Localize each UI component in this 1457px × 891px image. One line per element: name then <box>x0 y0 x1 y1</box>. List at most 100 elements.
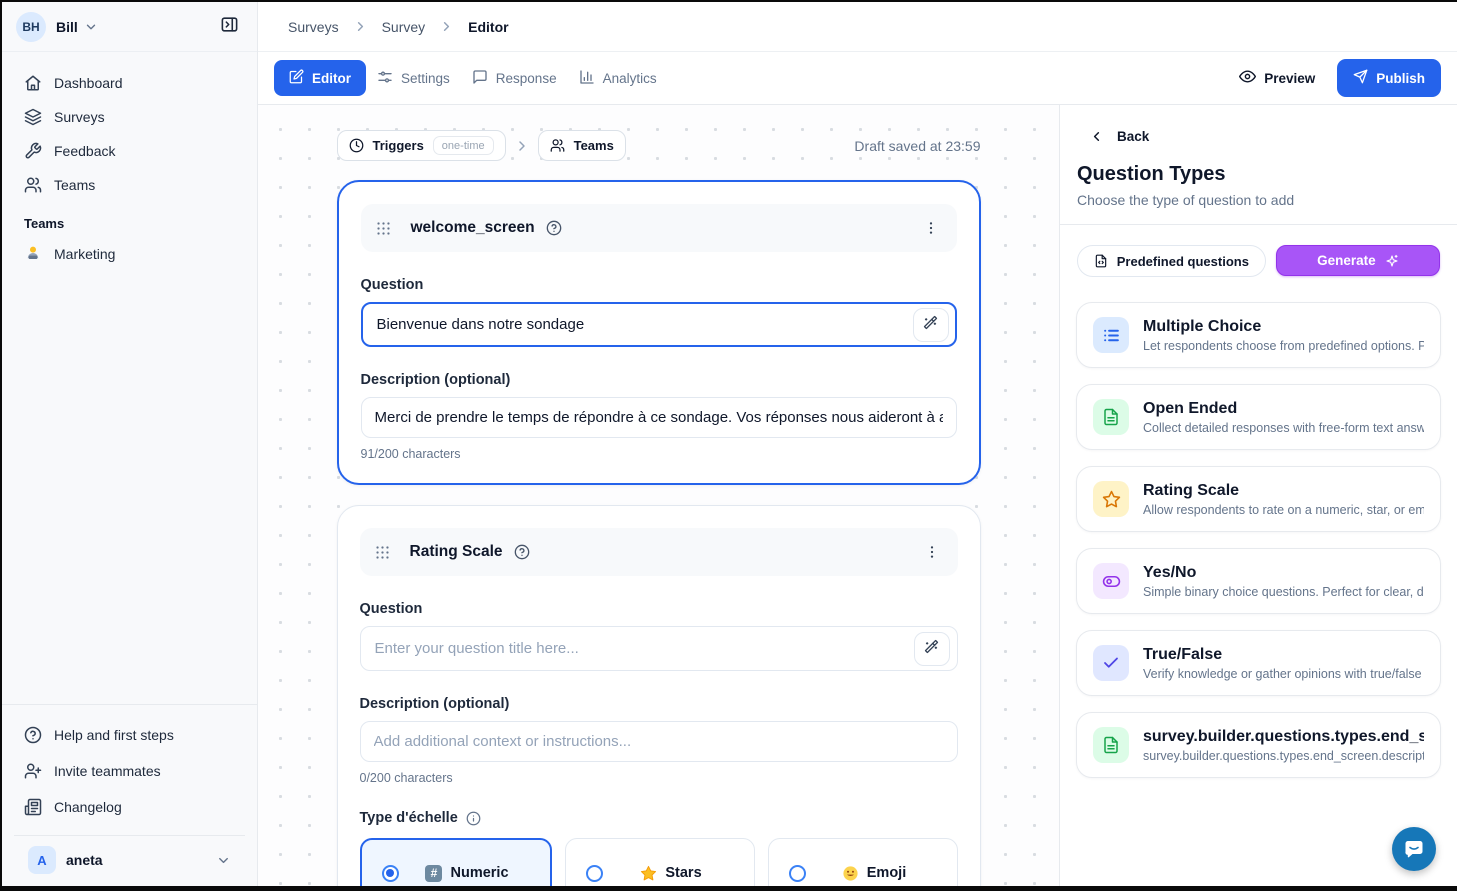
workspace-name[interactable]: Bill <box>56 19 78 35</box>
sidebar-item-feedback[interactable]: Feedback <box>14 134 245 168</box>
question-type-true-false[interactable]: True/False Verify knowledge or gather op… <box>1076 630 1441 696</box>
screen-edge-left <box>0 0 2 891</box>
predefined-questions-button[interactable]: Predefined questions <box>1077 245 1266 277</box>
question-type-description: Collect detailed responses with free-for… <box>1143 421 1424 435</box>
question-card-title: Rating Scale <box>410 543 503 561</box>
hash-keycap-icon: # <box>425 865 442 882</box>
breadcrumb: Surveys Survey Editor <box>258 2 1457 52</box>
breadcrumb-editor[interactable]: Editor <box>468 19 508 35</box>
back-button[interactable]: Back <box>1076 129 1441 144</box>
check-icon <box>1093 645 1129 681</box>
help-circle-icon <box>24 726 42 744</box>
question-type-list: Multiple Choice Let respondents choose f… <box>1076 302 1441 778</box>
sidebar-item-changelog[interactable]: Changelog <box>14 789 245 825</box>
drag-handle-icon[interactable] <box>374 544 391 561</box>
help-circle-icon[interactable] <box>546 220 562 236</box>
back-label: Back <box>1117 129 1149 144</box>
info-circle-icon[interactable] <box>466 811 481 826</box>
help-circle-icon[interactable] <box>514 544 530 560</box>
question-type-title: Multiple Choice <box>1143 318 1424 336</box>
scale-option-label: Numeric <box>450 865 508 881</box>
sidebar-nav: Dashboard Surveys Feedback Teams <box>2 52 257 202</box>
question-types-panel: Back Question Types Choose the type of q… <box>1059 105 1457 886</box>
triggers-pill[interactable]: Triggers one-time <box>337 130 506 161</box>
question-type-multiple-choice[interactable]: Multiple Choice Let respondents choose f… <box>1076 302 1441 368</box>
generate-button[interactable]: Generate <box>1276 245 1440 276</box>
radio-unselected[interactable] <box>789 865 806 882</box>
screen-edge-bottom <box>0 886 1457 891</box>
tab-label: Settings <box>401 71 450 86</box>
scale-option-numeric[interactable]: # Numeric <box>360 838 552 886</box>
question-title-input[interactable] <box>360 626 958 671</box>
file-text-icon <box>1093 399 1129 435</box>
workspace-avatar[interactable]: BH <box>16 12 46 42</box>
scale-type-label-text: Type d'échelle <box>360 810 458 826</box>
tab-editor[interactable]: Editor <box>274 60 366 96</box>
question-type-yes-no[interactable]: Yes/No Simple binary choice questions. P… <box>1076 548 1441 614</box>
magic-wand-button[interactable] <box>914 632 950 666</box>
character-counter: 91/200 characters <box>361 447 957 461</box>
kebab-menu-icon[interactable] <box>919 216 943 240</box>
question-description-input[interactable] <box>361 397 957 438</box>
scale-type-options: # Numeric Stars <box>360 838 958 886</box>
sidebar-collapse-button[interactable] <box>213 11 245 43</box>
wrench-icon <box>24 142 42 160</box>
workspace-header: BH Bill <box>2 2 257 52</box>
question-type-open-ended[interactable]: Open Ended Collect detailed responses wi… <box>1076 384 1441 450</box>
breadcrumb-survey[interactable]: Survey <box>382 19 426 35</box>
user-plus-icon <box>24 762 42 780</box>
sidebar-item-help[interactable]: Help and first steps <box>14 717 245 753</box>
message-square-icon <box>472 69 488 88</box>
publish-button[interactable]: Publish <box>1337 59 1441 97</box>
wand-icon <box>924 639 939 659</box>
question-type-rating-scale[interactable]: Rating Scale Allow respondents to rate o… <box>1076 466 1441 532</box>
question-type-title: Rating Scale <box>1143 482 1424 500</box>
scale-option-emoji[interactable]: Emoji <box>768 838 958 886</box>
users-icon <box>550 138 565 153</box>
question-type-title: survey.builder.questions.types.end_scr..… <box>1143 728 1424 746</box>
tab-settings[interactable]: Settings <box>366 60 461 97</box>
tab-analytics[interactable]: Analytics <box>568 60 668 97</box>
eye-icon <box>1239 68 1256 88</box>
sidebar-item-label: Surveys <box>54 109 105 125</box>
radio-unselected[interactable] <box>586 865 603 882</box>
predefined-questions-label: Predefined questions <box>1117 254 1249 269</box>
question-field-label: Question <box>360 601 958 617</box>
wand-icon <box>923 315 938 335</box>
sidebar-footer: Help and first steps Invite teammates Ch… <box>2 704 257 886</box>
description-field-label: Description (optional) <box>361 372 957 388</box>
kebab-menu-icon[interactable] <box>920 540 944 564</box>
sidebar-item-teams[interactable]: Teams <box>14 168 245 202</box>
teams-pill[interactable]: Teams <box>538 130 626 161</box>
tab-label: Response <box>496 71 557 86</box>
question-title-input[interactable] <box>361 302 957 347</box>
question-type-description: survey.builder.questions.types.end_scree… <box>1143 749 1424 763</box>
preview-button[interactable]: Preview <box>1227 60 1327 96</box>
panel-subtitle: Choose the type of question to add <box>1076 192 1441 208</box>
sidebar-item-label: Help and first steps <box>54 727 174 743</box>
breadcrumb-surveys[interactable]: Surveys <box>288 19 339 35</box>
drag-handle-icon[interactable] <box>375 220 392 237</box>
chat-launcher-button[interactable] <box>1392 827 1436 871</box>
sidebar-item-surveys[interactable]: Surveys <box>14 100 245 134</box>
teams-pill-label: Teams <box>574 138 614 153</box>
question-card-title: welcome_screen <box>411 219 535 237</box>
question-type-end-screen[interactable]: survey.builder.questions.types.end_scr..… <box>1076 712 1441 778</box>
user-avatar: A <box>28 846 56 874</box>
magic-wand-button[interactable] <box>913 308 949 342</box>
question-description-input[interactable] <box>360 721 958 762</box>
user-name: aneta <box>66 852 206 868</box>
question-type-description: Simple binary choice questions. Perfect … <box>1143 585 1424 599</box>
sidebar-item-invite[interactable]: Invite teammates <box>14 753 245 789</box>
user-menu[interactable]: A aneta <box>14 835 245 886</box>
radio-selected[interactable] <box>382 865 399 882</box>
sidebar-item-dashboard[interactable]: Dashboard <box>14 66 245 100</box>
panel-actions: Predefined questions Generate <box>1076 245 1441 277</box>
sidebar-item-team-marketing[interactable]: Marketing <box>14 237 245 271</box>
sidebar-item-label: Feedback <box>54 143 115 159</box>
sidebar: BH Bill Dashboard <box>2 2 258 886</box>
question-type-title: True/False <box>1143 646 1424 664</box>
tab-response[interactable]: Response <box>461 60 568 97</box>
question-type-description: Verify knowledge or gather opinions with… <box>1143 667 1424 681</box>
scale-option-stars[interactable]: Stars <box>565 838 755 886</box>
